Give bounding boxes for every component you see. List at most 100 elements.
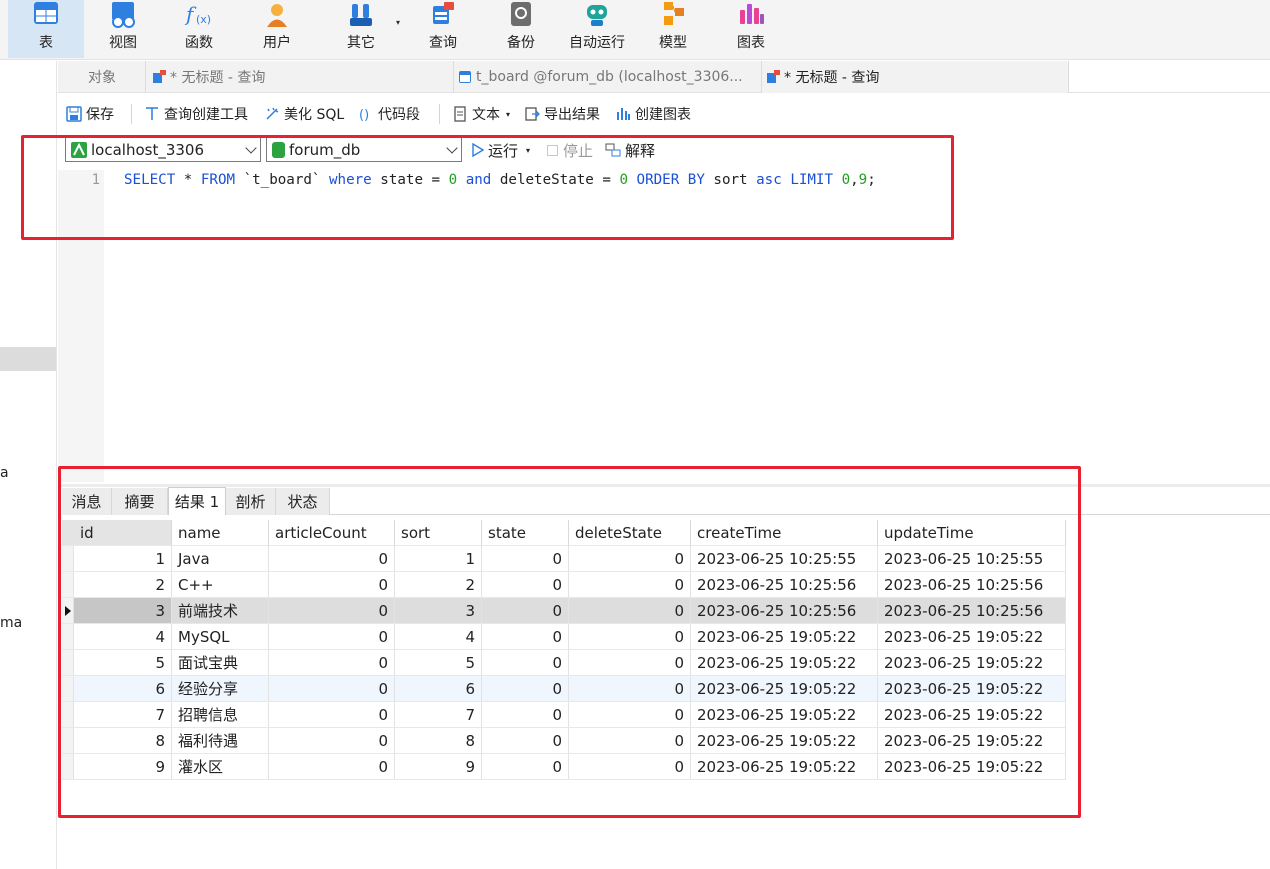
sql-editor[interactable]: SELECT * FROM `t_board` where state = 0 … xyxy=(124,172,876,188)
ribbon-other-dropdown[interactable]: ▾ xyxy=(396,18,400,27)
tab-profile[interactable]: 剖析 xyxy=(226,488,276,515)
ribbon-model-button[interactable]: 模型 xyxy=(640,0,706,58)
cell-name[interactable]: MySQL xyxy=(172,624,269,650)
cell-createTime[interactable]: 2023-06-25 10:25:56 xyxy=(691,598,878,624)
cell-id[interactable]: 2 xyxy=(74,572,172,598)
ribbon-query-button[interactable]: 查询 xyxy=(410,0,476,58)
cell-deleteState[interactable]: 0 xyxy=(569,650,691,676)
create-chart-button[interactable]: 创建图表 xyxy=(615,98,691,130)
cell-state[interactable]: 0 xyxy=(482,676,569,702)
table-row[interactable]: 2 C++ 0 2 0 0 2023-06-25 10:25:56 2023-06-25 10… xyxy=(62,572,1066,598)
column-header-state[interactable]: state xyxy=(482,520,569,546)
row-indicator[interactable] xyxy=(62,598,74,624)
cell-deleteState[interactable]: 0 xyxy=(569,754,691,780)
row-indicator[interactable] xyxy=(62,754,74,780)
cell-deleteState[interactable]: 0 xyxy=(569,702,691,728)
sidebar-selected-item[interactable] xyxy=(0,347,56,371)
cell-sort[interactable]: 7 xyxy=(395,702,482,728)
cell-name[interactable]: Java xyxy=(172,546,269,572)
row-indicator[interactable] xyxy=(62,650,74,676)
cell-articleCount[interactable]: 0 xyxy=(269,676,395,702)
table-row[interactable]: 5 面试宝典 0 5 0 0 2023-06-25 19:05:22 2023-06-25 1… xyxy=(62,650,1066,676)
cell-state[interactable]: 0 xyxy=(482,598,569,624)
cell-updateTime[interactable]: 2023-06-25 19:05:22 xyxy=(878,702,1066,728)
cell-articleCount[interactable]: 0 xyxy=(269,650,395,676)
query-builder-button[interactable]: 查询创建工具 xyxy=(144,98,248,130)
ribbon-user-button[interactable]: 用户 xyxy=(244,0,310,58)
cell-sort[interactable]: 4 xyxy=(395,624,482,650)
cell-createTime[interactable]: 2023-06-25 10:25:56 xyxy=(691,572,878,598)
cell-name[interactable]: 福利待遇 xyxy=(172,728,269,754)
cell-name[interactable]: C++ xyxy=(172,572,269,598)
code-snippet-button[interactable]: () 代码段 xyxy=(358,98,420,130)
cell-updateTime[interactable]: 2023-06-25 19:05:22 xyxy=(878,728,1066,754)
column-header-sort[interactable]: sort xyxy=(395,520,482,546)
cell-state[interactable]: 0 xyxy=(482,754,569,780)
row-indicator[interactable] xyxy=(62,728,74,754)
row-indicator[interactable] xyxy=(62,572,74,598)
cell-createTime[interactable]: 2023-06-25 19:05:22 xyxy=(691,676,878,702)
column-header-updateTime[interactable]: updateTime xyxy=(878,520,1066,546)
cell-createTime[interactable]: 2023-06-25 10:25:55 xyxy=(691,546,878,572)
cell-createTime[interactable]: 2023-06-25 19:05:22 xyxy=(691,754,878,780)
cell-sort[interactable]: 1 xyxy=(395,546,482,572)
tab-messages[interactable]: 消息 xyxy=(62,488,112,515)
cell-id[interactable]: 4 xyxy=(74,624,172,650)
cell-updateTime[interactable]: 2023-06-25 10:25:56 xyxy=(878,572,1066,598)
tab-search-box[interactable] xyxy=(1068,61,1270,93)
cell-articleCount[interactable]: 0 xyxy=(269,754,395,780)
cell-createTime[interactable]: 2023-06-25 19:05:22 xyxy=(691,650,878,676)
tab-objects[interactable]: 对象 xyxy=(58,61,146,93)
cell-createTime[interactable]: 2023-06-25 19:05:22 xyxy=(691,624,878,650)
run-button[interactable]: 运行 ▾ xyxy=(472,138,530,162)
row-indicator[interactable] xyxy=(62,676,74,702)
row-indicator[interactable] xyxy=(62,702,74,728)
sidebar-text-fragment-1[interactable]: a xyxy=(0,465,9,481)
cell-id[interactable]: 1 xyxy=(74,546,172,572)
server-select[interactable]: localhost_3306 xyxy=(65,137,261,162)
cell-updateTime[interactable]: 2023-06-25 19:05:22 xyxy=(878,650,1066,676)
cell-articleCount[interactable]: 0 xyxy=(269,598,395,624)
cell-state[interactable]: 0 xyxy=(482,572,569,598)
export-result-button[interactable]: 导出结果 xyxy=(524,98,600,130)
tab-summary[interactable]: 摘要 xyxy=(112,488,168,515)
column-header-articleCount[interactable]: articleCount xyxy=(269,520,395,546)
cell-articleCount[interactable]: 0 xyxy=(269,702,395,728)
pane-splitter[interactable] xyxy=(58,484,1270,487)
cell-id[interactable]: 9 xyxy=(74,754,172,780)
ribbon-backup-button[interactable]: 备份 xyxy=(488,0,554,58)
ribbon-automation-button[interactable]: 自动运行 xyxy=(562,0,632,58)
column-header-name[interactable]: name xyxy=(172,520,269,546)
table-row[interactable]: 8 福利待遇 0 8 0 0 2023-06-25 19:05:22 2023-06-25 1… xyxy=(62,728,1066,754)
cell-id[interactable]: 8 xyxy=(74,728,172,754)
ribbon-chart-button[interactable]: 图表 xyxy=(718,0,784,58)
table-row[interactable]: 6 经验分享 0 6 0 0 2023-06-25 19:05:22 2023-06-25 1… xyxy=(62,676,1066,702)
row-indicator[interactable] xyxy=(62,546,74,572)
tab-untitled-query-2[interactable]: * 无标题 - 查询 xyxy=(762,61,1068,93)
cell-deleteState[interactable]: 0 xyxy=(569,728,691,754)
table-row[interactable]: 1 Java 0 1 0 0 2023-06-25 10:25:55 2023-06-25 1… xyxy=(62,546,1066,572)
column-header-deleteState[interactable]: deleteState xyxy=(569,520,691,546)
ribbon-table-button[interactable]: 表 xyxy=(8,0,84,58)
cell-createTime[interactable]: 2023-06-25 19:05:22 xyxy=(691,702,878,728)
cell-state[interactable]: 0 xyxy=(482,650,569,676)
cell-sort[interactable]: 5 xyxy=(395,650,482,676)
cell-articleCount[interactable]: 0 xyxy=(269,546,395,572)
text-dropdown-icon[interactable]: ▾ xyxy=(506,110,510,119)
cell-articleCount[interactable]: 0 xyxy=(269,728,395,754)
ribbon-function-button[interactable]: f (x) 函数 xyxy=(166,0,232,58)
cell-updateTime[interactable]: 2023-06-25 10:25:56 xyxy=(878,598,1066,624)
cell-state[interactable]: 0 xyxy=(482,728,569,754)
cell-id[interactable]: 3 xyxy=(74,598,172,624)
cell-name[interactable]: 面试宝典 xyxy=(172,650,269,676)
column-header-createTime[interactable]: createTime xyxy=(691,520,878,546)
cell-updateTime[interactable]: 2023-06-25 10:25:55 xyxy=(878,546,1066,572)
beautify-sql-button[interactable]: 美化 SQL xyxy=(264,98,344,130)
cell-updateTime[interactable]: 2023-06-25 19:05:22 xyxy=(878,624,1066,650)
cell-articleCount[interactable]: 0 xyxy=(269,572,395,598)
cell-state[interactable]: 0 xyxy=(482,546,569,572)
cell-deleteState[interactable]: 0 xyxy=(569,546,691,572)
tab-t-board-table[interactable]: t_board @forum_db (localhost_3306... xyxy=(454,61,762,93)
table-row[interactable]: 3 前端技术 0 3 0 0 2023-06-25 10:25:56 2023-06-25 1… xyxy=(62,598,1066,624)
save-button[interactable]: 保存 xyxy=(66,98,114,130)
